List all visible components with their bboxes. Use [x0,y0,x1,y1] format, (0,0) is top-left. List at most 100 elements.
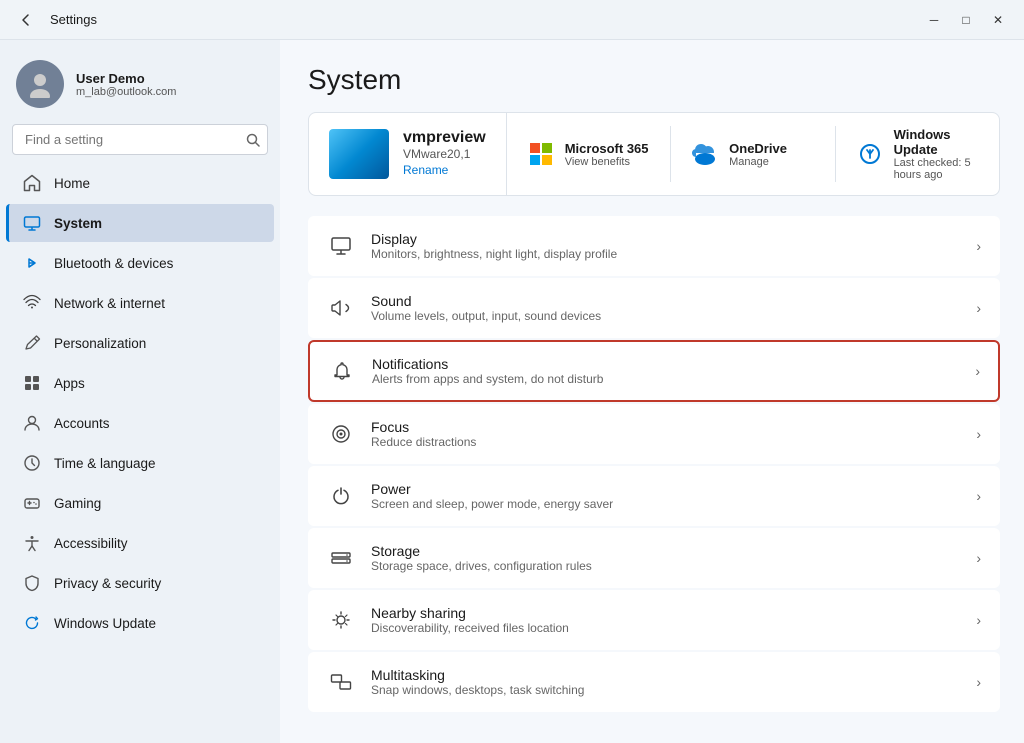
settings-item-notifications[interactable]: Notifications Alerts from apps and syste… [308,340,1000,402]
notifications-sub: Alerts from apps and system, do not dist… [372,372,959,386]
nav-label-network: Network & internet [54,296,165,311]
sound-title: Sound [371,293,960,309]
storage-title: Storage [371,543,960,559]
app-body: User Demo m_lab@outlook.com Home System [0,40,1024,743]
sound-sub: Volume levels, output, input, sound devi… [371,309,960,323]
multitasking-text: Multitasking Snap windows, desktops, tas… [371,667,960,697]
storage-icon [327,544,355,572]
search-input[interactable] [12,124,268,155]
nav-item-privacy[interactable]: Privacy & security [6,564,274,602]
nav-item-apps[interactable]: Apps [6,364,274,402]
app-title: Settings [50,12,97,27]
power-sub: Screen and sleep, power mode, energy sav… [371,497,960,511]
m365-sub: View benefits [565,156,649,168]
m365-info: Microsoft 365 View benefits [565,141,649,168]
search-box [12,124,268,155]
accessibility-icon [22,533,42,553]
power-chevron: › [976,488,981,504]
notifications-text: Notifications Alerts from apps and syste… [372,356,959,386]
settings-item-storage[interactable]: Storage Storage space, drives, configura… [308,528,1000,588]
notifications-title: Notifications [372,356,959,372]
focus-sub: Reduce distractions [371,435,960,449]
nav-label-privacy: Privacy & security [54,576,161,591]
wupdate-icon [856,140,884,168]
nav-item-accounts[interactable]: Accounts [6,404,274,442]
device-card: vmpreview VMware20,1 Rename [309,113,507,195]
nav-label-apps: Apps [54,376,85,391]
onedrive-icon [691,140,719,168]
multitasking-sub: Snap windows, desktops, task switching [371,683,960,697]
multitasking-title: Multitasking [371,667,960,683]
top-cards: vmpreview VMware20,1 Rename Microsoft 36… [308,112,1000,196]
m365-name: Microsoft 365 [565,141,649,156]
settings-item-sound[interactable]: Sound Volume levels, output, input, soun… [308,278,1000,338]
power-text: Power Screen and sleep, power mode, ener… [371,481,960,511]
nav-item-accessibility[interactable]: Accessibility [6,524,274,562]
display-sub: Monitors, brightness, night light, displ… [371,247,960,261]
nav-label-gaming: Gaming [54,496,101,511]
close-button[interactable]: ✕ [984,6,1012,34]
nav-item-personalization[interactable]: Personalization [6,324,274,362]
sound-text: Sound Volume levels, output, input, soun… [371,293,960,323]
home-icon [22,173,42,193]
settings-item-focus[interactable]: Focus Reduce distractions › [308,404,1000,464]
nearby-chevron: › [976,612,981,628]
nav-item-bluetooth[interactable]: Bluetooth & devices [6,244,274,282]
sidebar: User Demo m_lab@outlook.com Home System [0,40,280,743]
settings-list: Display Monitors, brightness, night ligh… [308,216,1000,712]
device-info: vmpreview VMware20,1 Rename [403,129,486,179]
nav-item-network[interactable]: Network & internet [6,284,274,322]
account-icon [22,413,42,433]
gaming-icon [22,493,42,513]
focus-title: Focus [371,419,960,435]
power-icon [327,482,355,510]
focus-chevron: › [976,426,981,442]
user-profile[interactable]: User Demo m_lab@outlook.com [0,48,280,124]
settings-item-display[interactable]: Display Monitors, brightness, night ligh… [308,216,1000,276]
onedrive-name: OneDrive [729,141,787,156]
notifications-chevron: › [975,363,980,379]
sound-icon [327,294,355,322]
network-icon [22,293,42,313]
service-card-wupdate[interactable]: Windows Update Last checked: 5 hours ago [836,113,999,195]
maximize-button[interactable]: □ [952,6,980,34]
settings-item-power[interactable]: Power Screen and sleep, power mode, ener… [308,466,1000,526]
display-chevron: › [976,238,981,254]
wupdate-sub: Last checked: 5 hours ago [894,157,979,181]
storage-sub: Storage space, drives, configuration rul… [371,559,960,573]
update-icon [22,613,42,633]
service-card-m365[interactable]: Microsoft 365 View benefits [507,126,671,182]
nav-item-home[interactable]: Home [6,164,274,202]
nav-item-system[interactable]: System [6,204,274,242]
sound-chevron: › [976,300,981,316]
service-card-onedrive[interactable]: OneDrive Manage [671,126,835,182]
m365-icon [527,140,555,168]
onedrive-info: OneDrive Manage [729,141,787,168]
user-info: User Demo m_lab@outlook.com [76,71,176,98]
minimize-button[interactable]: ─ [920,6,948,34]
apps-icon [22,373,42,393]
nav-label-time: Time & language [54,456,156,471]
settings-item-nearby[interactable]: Nearby sharing Discoverability, received… [308,590,1000,650]
user-email: m_lab@outlook.com [76,86,176,98]
nav-label-windowsupdate: Windows Update [54,616,156,631]
system-icon [22,213,42,233]
onedrive-sub: Manage [729,156,787,168]
nav-item-time[interactable]: Time & language [6,444,274,482]
display-title: Display [371,231,960,247]
wupdate-info: Windows Update Last checked: 5 hours ago [894,127,979,181]
settings-item-multitasking[interactable]: Multitasking Snap windows, desktops, tas… [308,652,1000,712]
device-thumbnail [329,129,389,179]
nav-item-gaming[interactable]: Gaming [6,484,274,522]
storage-text: Storage Storage space, drives, configura… [371,543,960,573]
device-rename-link[interactable]: Rename [403,163,448,177]
avatar [16,60,64,108]
nav-item-windowsupdate[interactable]: Windows Update [6,604,274,642]
nav-label-home: Home [54,176,90,191]
nearby-text: Nearby sharing Discoverability, received… [371,605,960,635]
search-icon [246,133,260,147]
focus-icon [327,420,355,448]
power-title: Power [371,481,960,497]
wupdate-name: Windows Update [894,127,979,157]
back-button[interactable] [12,6,40,34]
